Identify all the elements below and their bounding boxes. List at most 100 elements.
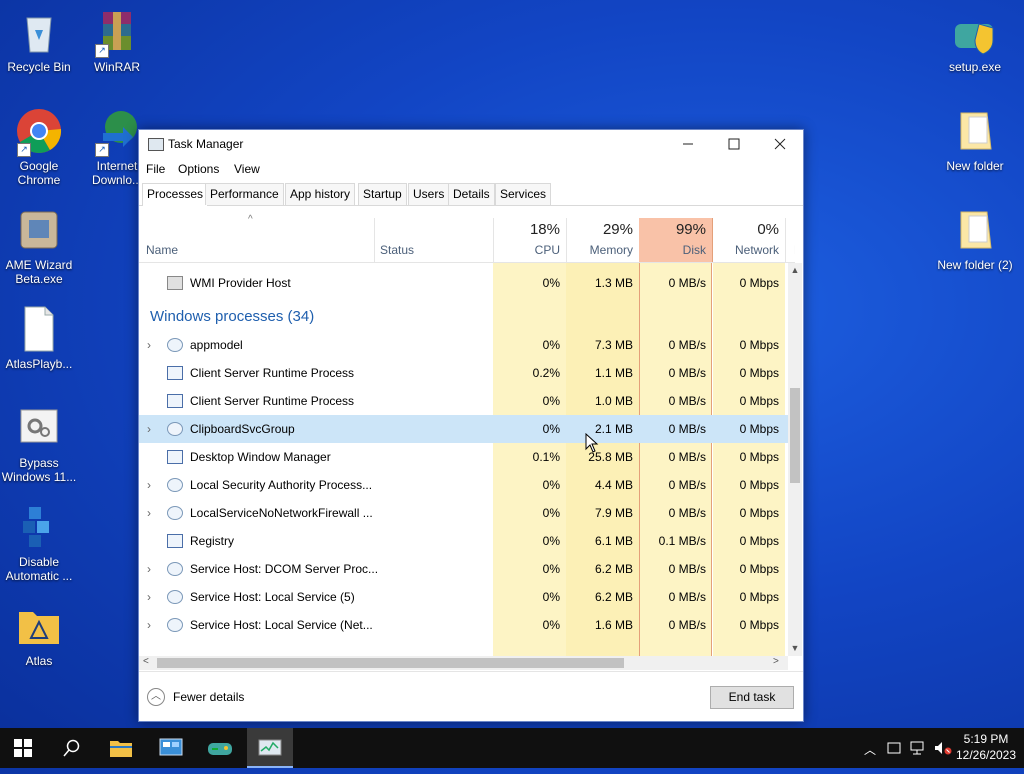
end-task-button[interactable]: End task [710,686,794,709]
minimize-button[interactable] [665,130,711,158]
header-memory[interactable]: 29% Memory [566,218,640,262]
taskbar-setup-app[interactable] [197,728,243,768]
process-window-icon [167,394,183,408]
network-value: 0 Mbps [739,618,779,632]
desktop-icon-setup-exe[interactable]: setup.exe [936,8,1014,74]
table-row[interactable]: › Service Host: Local Service (5) 0% 6.2 MB… [139,583,788,611]
disk-value: 0 MB/s [668,618,706,632]
desktop-icon-winrar[interactable]: ↗ WinRAR [78,8,156,74]
desktop-icon-bypass-windows[interactable]: Bypass Windows 11... [0,404,78,484]
table-row[interactable]: › Service Host: Local Service (Net... 0% 1.… [139,611,788,639]
service-gear-icon [167,422,183,436]
chevron-right-icon[interactable]: › [147,422,151,436]
cpu-value: 0% [542,338,560,352]
shortcut-arrow-icon: ↗ [95,143,109,157]
chevron-right-icon[interactable]: › [147,590,151,604]
desktop-icon-ame-wizard[interactable]: AME Wizard Beta.exe [0,206,78,286]
menu-file[interactable]: File [146,162,165,176]
table-row[interactable]: › Local Security Authority Process... 0% 4.… [139,471,788,499]
chevron-right-icon[interactable]: › [147,618,151,632]
window-title: Task Manager [168,137,244,151]
desktop-icon-disable-automatic[interactable]: Disable Automatic ... [0,503,78,583]
clock-time: 5:19 PM [963,732,1009,746]
horizontal-scroll-thumb[interactable] [157,658,624,668]
scroll-right-icon[interactable]: > [773,656,779,667]
chevron-right-icon[interactable]: › [147,506,151,520]
close-button[interactable] [757,130,803,158]
table-row[interactable]: › LocalServiceNoNetworkFirewall ... 0% 7.9 … [139,499,788,527]
tab-app-history[interactable]: App history [285,183,356,205]
vertical-scrollbar[interactable]: ▲ ▼ [788,263,802,656]
vertical-scroll-thumb[interactable] [790,388,800,483]
title-bar[interactable]: Task Manager [139,130,803,158]
memory-value: 6.2 MB [594,562,633,576]
taskbar-control-panel[interactable] [148,728,194,768]
memory-value: 1.1 MB [594,366,633,380]
scroll-down-icon[interactable]: ▼ [790,643,800,653]
process-name: Client Server Runtime Process [190,366,355,380]
scroll-left-icon[interactable]: < [143,656,149,667]
table-row[interactable]: Desktop Window Manager 0.1% 25.8 MB 0 MB/s 0… [139,443,788,471]
shortcut-arrow-icon: ↗ [95,44,109,58]
network-icon[interactable] [910,741,928,758]
volume-muted-icon[interactable] [934,741,952,758]
header-network[interactable]: 0% Network [713,218,786,262]
chevron-right-icon[interactable]: › [147,338,151,352]
tab-users[interactable]: Users [408,183,450,205]
desktop-icon-new-folder[interactable]: New folder [936,107,1014,173]
header-power-partial[interactable]: P [786,218,795,262]
disk-value: 0 MB/s [668,422,706,436]
scroll-up-icon[interactable]: ▲ [790,265,800,275]
cpu-value: 0% [542,394,560,408]
process-window-icon [167,534,183,548]
menu-view[interactable]: View [234,162,260,176]
desktop-icon-atlasplaybook[interactable]: AtlasPlayb... [0,305,78,371]
header-disk[interactable]: 99% Disk [639,218,713,262]
chevron-right-icon[interactable]: › [147,562,151,576]
tab-startup[interactable]: Startup [358,183,407,205]
header-name[interactable]: ^ Name [139,214,375,262]
search-icon [63,739,80,757]
desktop-icon-new-folder-2[interactable]: New folder (2) [936,206,1014,272]
process-name: Service Host: DCOM Server Proc... [190,562,379,576]
service-gear-icon [167,590,183,604]
table-row[interactable]: Client Server Runtime Process 0% 1.0 MB 0 M… [139,387,788,415]
taskbar-file-explorer[interactable] [98,728,144,768]
taskbar: ︿ 5:19 PM 12/26/2023 [0,728,1024,768]
search-button[interactable] [49,728,95,768]
disk-value: 0.1 MB/s [658,534,706,548]
service-gear-icon [167,506,183,520]
table-row[interactable]: › Service Host: DCOM Server Proc... 0% 6.2 … [139,555,788,583]
start-button[interactable] [0,728,46,768]
disk-value: 0 MB/s [668,450,706,464]
chevron-right-icon[interactable]: › [147,478,151,492]
menu-options[interactable]: Options [178,162,219,176]
horizontal-scrollbar[interactable]: < > [139,656,788,670]
cpu-value: 0% [542,506,560,520]
desktop-icon-google-chrome[interactable]: ↗ Google Chrome [0,107,78,187]
desktop-icon-atlas[interactable]: Atlas [0,602,78,668]
tab-details[interactable]: Details [448,183,495,205]
header-status[interactable]: Status [374,218,494,262]
tray-keyboard-icon[interactable] [887,741,901,758]
table-row[interactable]: Registry 0% 6.1 MB 0.1 MB/s 0 Mbps [139,527,788,555]
table-row[interactable]: Client Server Runtime Process 0.2% 1.1 MB 0… [139,359,788,387]
network-value: 0 Mbps [739,562,779,576]
table-row[interactable]: WMI Provider Host 0% 1.3 MB 0 MB/s 0 Mbp… [139,269,788,297]
group-header-row[interactable]: Windows processes (34) [139,301,788,331]
taskbar-task-manager[interactable] [247,728,293,768]
table-row[interactable]: › ClipboardSvcGroup 0% 2.1 MB 0 MB/s 0 Mbps [139,415,788,443]
chevron-up-circle-icon: ︿ [147,688,165,706]
maximize-button[interactable] [711,130,757,158]
process-window-icon [167,450,183,464]
service-gear-icon [167,618,183,632]
clock[interactable]: 5:19 PM 12/26/2023 [955,731,1017,763]
desktop-icon-recycle-bin[interactable]: Recycle Bin [0,8,78,74]
tray-chevron-up-icon[interactable]: ︿ [864,741,876,758]
installer-shield-icon [951,8,999,56]
tab-services[interactable]: Services [495,183,552,205]
header-cpu[interactable]: 18% CPU [493,218,567,262]
table-row[interactable]: › appmodel 0% 7.3 MB 0 MB/s 0 Mbps [139,331,788,359]
tab-processes[interactable]: Processes [142,183,209,206]
tab-performance[interactable]: Performance [205,183,284,205]
